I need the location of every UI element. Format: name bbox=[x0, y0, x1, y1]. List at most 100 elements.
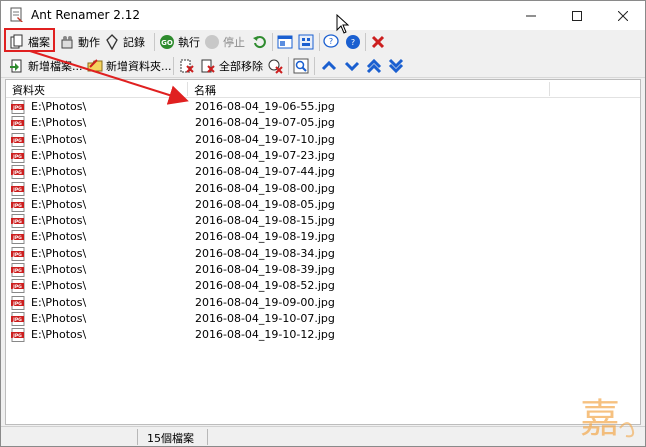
jpg-file-icon: JPG bbox=[11, 132, 25, 147]
filename-cell: 2016-08-04_19-10-12.jpg bbox=[195, 328, 335, 342]
filename-cell: 2016-08-04_19-08-05.jpg bbox=[195, 197, 335, 211]
list-item[interactable]: JPG E:\Photos\ 2016-08-04_19-08-19.jpg bbox=[6, 229, 640, 245]
go-button[interactable]: GO 執行 bbox=[159, 32, 200, 52]
stop-icon bbox=[204, 34, 220, 50]
list-item[interactable]: JPG E:\Photos\ 2016-08-04_19-10-12.jpg bbox=[6, 327, 640, 343]
filename-cell: 2016-08-04_19-08-00.jpg bbox=[195, 181, 335, 195]
list-item[interactable]: JPG E:\Photos\ 2016-08-04_19-08-52.jpg bbox=[6, 278, 640, 294]
jpg-file-icon: JPG bbox=[11, 230, 25, 245]
column-divider[interactable] bbox=[549, 82, 550, 96]
exit-button[interactable] bbox=[370, 32, 386, 52]
remove-all-icon bbox=[200, 58, 216, 74]
remove-selected-button[interactable] bbox=[179, 56, 195, 76]
move-top-button[interactable] bbox=[366, 56, 382, 76]
help-button[interactable]: ? bbox=[323, 32, 339, 52]
close-button[interactable] bbox=[600, 1, 646, 30]
folder-cell: E:\Photos\ bbox=[31, 263, 87, 276]
jpg-file-icon: JPG bbox=[11, 295, 25, 310]
jpg-icon-label: JPG bbox=[12, 284, 22, 290]
filename-cell: 2016-08-04_19-07-10.jpg bbox=[195, 132, 335, 146]
maximize-button[interactable] bbox=[554, 1, 600, 30]
maximize-icon bbox=[572, 10, 582, 21]
move-down-button[interactable] bbox=[344, 56, 360, 76]
folder-cell: E:\Photos\ bbox=[31, 230, 87, 244]
stop-button[interactable]: 停止 bbox=[204, 32, 245, 52]
svg-text:GO: GO bbox=[161, 39, 173, 47]
list-item[interactable]: JPG E:\Photos\ 2016-08-04_19-09-00.jpg bbox=[6, 295, 640, 311]
folder-cell: E:\Photos\ bbox=[31, 132, 87, 146]
folder-cell: E:\Photos\ bbox=[31, 279, 87, 293]
minimize-icon bbox=[526, 15, 536, 16]
log-tab-button[interactable]: 記錄 bbox=[104, 32, 145, 52]
add-files-button[interactable]: 新增檔案... bbox=[9, 56, 83, 76]
remove-all-button[interactable]: 全部移除 bbox=[200, 56, 263, 76]
remove-filter-icon bbox=[267, 58, 283, 74]
list-item[interactable]: JPG E:\Photos\ 2016-08-04_19-08-39.jpg bbox=[6, 262, 640, 278]
jpg-file-icon: JPG bbox=[11, 116, 25, 131]
watermark-text: 嘉 bbox=[580, 396, 620, 442]
jpg-file-icon: JPG bbox=[11, 263, 25, 277]
filename-cell: 2016-08-04_19-07-44.jpg bbox=[195, 165, 335, 179]
list-item[interactable]: JPG E:\Photos\ 2016-08-04_19-08-15.jpg bbox=[6, 213, 640, 229]
preview-button[interactable] bbox=[293, 56, 309, 76]
column-header-folder[interactable]: 資料夾 bbox=[12, 82, 45, 98]
list-item[interactable]: JPG E:\Photos\ 2016-08-04_19-06-55.jpg bbox=[6, 99, 640, 115]
undo-button[interactable] bbox=[251, 32, 267, 52]
list-item[interactable]: JPG E:\Photos\ 2016-08-04_19-08-05.jpg bbox=[6, 197, 640, 213]
magnifier-icon bbox=[293, 58, 309, 74]
list-item[interactable]: JPG E:\Photos\ 2016-08-04_19-07-10.jpg bbox=[6, 132, 640, 148]
file-list[interactable]: 資料夾 名稱 JPG E:\Photos\ 2016-08-04_19-06-55.… bbox=[5, 79, 641, 425]
chevron-down-icon bbox=[344, 58, 360, 74]
filename-cell: 2016-08-04_19-07-23.jpg bbox=[195, 148, 335, 162]
filename-cell: 2016-08-04_19-07-05.jpg bbox=[195, 116, 335, 130]
column-divider[interactable] bbox=[187, 82, 188, 96]
close-icon bbox=[618, 10, 628, 21]
app-logo-icon bbox=[10, 7, 23, 22]
window-layout-button[interactable] bbox=[277, 32, 293, 52]
list-item[interactable]: JPG E:\Photos\ 2016-08-04_19-07-44.jpg bbox=[6, 164, 640, 180]
move-bottom-button[interactable] bbox=[388, 56, 404, 76]
log-icon bbox=[104, 34, 120, 50]
file-count-status: 15個檔案 bbox=[147, 432, 194, 445]
info-icon: ? bbox=[345, 34, 361, 50]
folder-cell: E:\Photos\ bbox=[31, 197, 87, 211]
toolbar-divider bbox=[319, 33, 320, 51]
jpg-file-icon: JPG bbox=[11, 214, 25, 229]
jpg-file-icon: JPG bbox=[11, 279, 25, 294]
jpg-file-icon: JPG bbox=[11, 100, 25, 114]
status-divider bbox=[137, 429, 138, 445]
actions-tab-button[interactable]: 動作 bbox=[59, 32, 100, 52]
filename-cell: 2016-08-04_19-09-00.jpg bbox=[195, 295, 335, 309]
add-folder-icon bbox=[87, 58, 103, 74]
highlight-annotation bbox=[4, 28, 55, 52]
column-header-name[interactable]: 名稱 bbox=[194, 82, 216, 98]
list-item[interactable]: JPG E:\Photos\ 2016-08-04_19-07-05.jpg bbox=[6, 115, 640, 131]
filename-cell: 2016-08-04_19-08-52.jpg bbox=[195, 279, 335, 293]
toolbar-divider bbox=[154, 33, 155, 51]
minimize-button[interactable] bbox=[508, 1, 554, 30]
log-tab-label: 記錄 bbox=[123, 36, 145, 49]
jpg-file-icon: JPG bbox=[11, 181, 25, 196]
move-up-button[interactable] bbox=[321, 56, 337, 76]
add-folders-button[interactable]: 新增資料夾... bbox=[87, 56, 172, 76]
go-label: 執行 bbox=[178, 36, 200, 49]
filename-cell: 2016-08-04_19-10-07.jpg bbox=[195, 311, 335, 325]
list-item[interactable]: JPG E:\Photos\ 2016-08-04_19-10-07.jpg bbox=[6, 311, 640, 327]
jpg-icon-label: JPG bbox=[12, 252, 22, 258]
double-chevron-up-icon bbox=[366, 58, 382, 74]
toolbar-divider bbox=[365, 33, 366, 51]
remove-filter-button[interactable] bbox=[267, 56, 283, 76]
list-item[interactable]: JPG E:\Photos\ 2016-08-04_19-07-23.jpg bbox=[6, 148, 640, 164]
settings-icon bbox=[298, 34, 314, 50]
jpg-file-icon: JPG bbox=[11, 328, 25, 343]
about-button[interactable]: ? bbox=[345, 32, 361, 52]
jpg-icon-label: JPG bbox=[12, 138, 22, 144]
add-files-icon bbox=[9, 58, 25, 74]
filename-cell: 2016-08-04_19-08-19.jpg bbox=[195, 230, 335, 244]
add-folders-label: 新增資料夾... bbox=[106, 60, 172, 73]
mouse-cursor-icon bbox=[336, 14, 350, 34]
settings-button[interactable] bbox=[298, 32, 314, 52]
list-item[interactable]: JPG E:\Photos\ 2016-08-04_19-08-34.jpg bbox=[6, 246, 640, 262]
jpg-icon-label: JPG bbox=[12, 301, 22, 307]
list-item[interactable]: JPG E:\Photos\ 2016-08-04_19-08-00.jpg bbox=[6, 181, 640, 197]
